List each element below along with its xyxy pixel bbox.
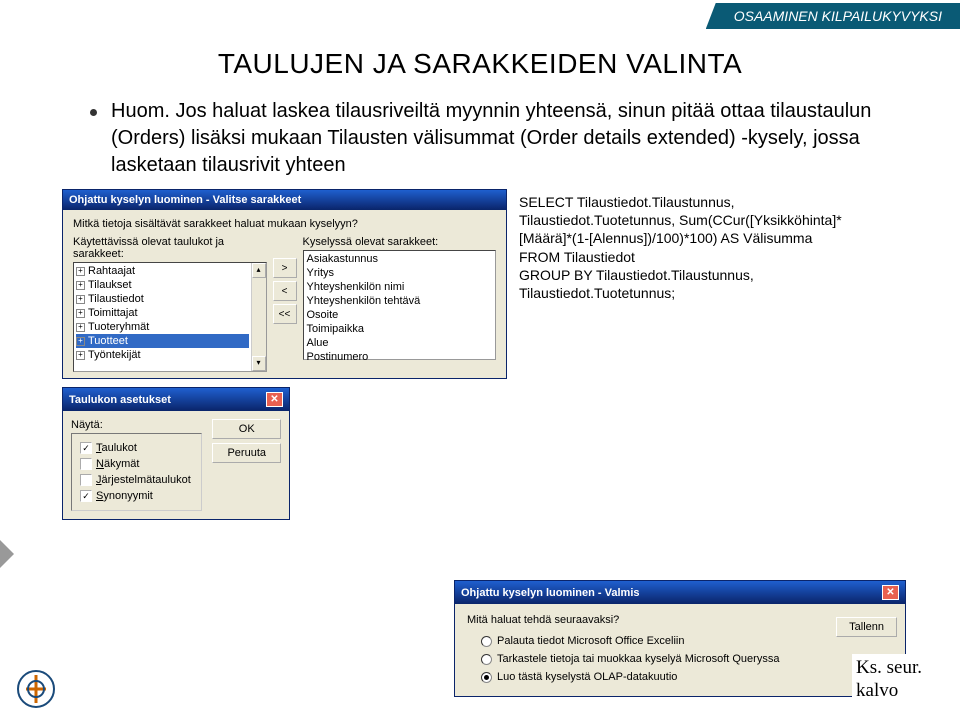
footer-line2: kalvo — [856, 679, 922, 703]
cancel-button[interactable]: Peruuta — [212, 443, 281, 463]
expand-icon[interactable]: + — [76, 351, 85, 360]
remove-button[interactable]: < — [273, 281, 297, 301]
expand-icon[interactable]: + — [76, 323, 85, 332]
close-icon[interactable]: ✕ — [882, 585, 899, 600]
table-settings-dialog: Taulukon asetukset ✕ Näytä: ✓ Taulukot Näk… — [62, 387, 290, 520]
tree-item-label: Tilaukset — [88, 279, 132, 291]
selected-list[interactable]: AsiakastunnusYritysYhteyshenkilön nimiYh… — [303, 250, 497, 360]
add-button[interactable]: > — [273, 258, 297, 278]
tree-item[interactable]: +Tilaustiedot — [76, 292, 249, 306]
dialog-title-text: Ohjattu kyselyn luominen - Valmis — [461, 587, 640, 599]
close-icon[interactable]: ✕ — [266, 392, 283, 407]
footer-note: Ks. seur. kalvo — [852, 654, 926, 706]
list-item[interactable]: Yhteyshenkilön tehtävä — [307, 294, 493, 308]
scroll-up-icon[interactable]: ▴ — [252, 263, 266, 278]
checkbox-label: Järjestelmätaulukot — [96, 474, 191, 486]
tree-item[interactable]: +Rahtaajat — [76, 264, 249, 278]
tree-item-label: Tuoteryhmät — [88, 321, 149, 333]
footer-line1: Ks. seur. — [856, 656, 922, 680]
list-item[interactable]: Postinumero — [307, 350, 493, 364]
wizard-question: Mitä haluat tehdä seuraavaksi? — [467, 614, 893, 626]
checkbox-group: ✓ Taulukot Näkymät Järjestelmätaulukot ✓ Syno… — [71, 433, 202, 511]
radio-icon[interactable] — [481, 654, 492, 665]
checkbox-icon[interactable]: ✓ — [80, 442, 92, 454]
dialog-title-text: Ohjattu kyselyn luominen - Valitse sarak… — [69, 194, 301, 206]
tree-item[interactable]: +Työntekijät — [76, 348, 249, 362]
bullet-text: Huom. Jos haluat laskea tilausriveiltä m… — [111, 98, 900, 179]
checkbox-label: Taulukot — [96, 442, 137, 454]
available-label: Käytettävissä olevat taulukot ja sarakke… — [73, 236, 267, 260]
list-item[interactable]: Yhteyshenkilön nimi — [307, 280, 493, 294]
radio-row[interactable]: Luo tästä kyselystä OLAP-datakuutio — [481, 668, 893, 686]
ok-button[interactable]: OK — [212, 419, 281, 439]
expand-icon[interactable]: + — [76, 309, 85, 318]
checkbox-icon[interactable] — [80, 474, 92, 486]
tree-item[interactable]: +Tuotteet — [76, 334, 249, 348]
checkbox-row[interactable]: ✓ Synonyymit — [80, 488, 193, 504]
wizard-finish-dialog: Ohjattu kyselyn luominen - Valmis ✕ Mitä… — [454, 580, 906, 697]
tree-item[interactable]: +Tilaukset — [76, 278, 249, 292]
show-label: Näytä: — [71, 419, 202, 431]
list-item[interactable]: Asiakastunnus — [307, 252, 493, 266]
logo-icon — [16, 669, 56, 709]
tree-item[interactable]: +Tuoteryhmät — [76, 320, 249, 334]
scrollbar[interactable]: ▴ ▾ — [251, 263, 266, 371]
dialog-titlebar[interactable]: Ohjattu kyselyn luominen - Valmis ✕ — [455, 581, 905, 604]
radio-row[interactable]: Palauta tiedot Microsoft Office Exceliin — [481, 632, 893, 650]
dialog-titlebar[interactable]: Taulukon asetukset ✕ — [63, 388, 289, 411]
list-item[interactable]: Osoite — [307, 308, 493, 322]
banner: OSAAMINEN KILPAILUKYVYKSI — [706, 3, 960, 29]
checkbox-row[interactable]: Järjestelmätaulukot — [80, 472, 193, 488]
save-button[interactable]: Tallenn — [836, 617, 897, 637]
checkbox-row[interactable]: ✓ Taulukot — [80, 440, 193, 456]
tree-item[interactable]: +Toimittajat — [76, 306, 249, 320]
tree-item-label: Tuotteet — [88, 335, 128, 347]
radio-label: Palauta tiedot Microsoft Office Exceliin — [497, 635, 685, 647]
expand-icon[interactable]: + — [76, 281, 85, 290]
wizard-columns-dialog: Ohjattu kyselyn luominen - Valitse sarak… — [62, 189, 507, 379]
tree-item-label: Rahtaajat — [88, 265, 135, 277]
list-item[interactable]: Alue — [307, 336, 493, 350]
radio-icon[interactable] — [481, 672, 492, 683]
radio-label: Tarkastele tietoja tai muokkaa kyselyä M… — [497, 653, 779, 665]
checkbox-label: Näkymät — [96, 458, 139, 470]
expand-icon[interactable]: + — [76, 295, 85, 304]
tree-item-label: Työntekijät — [88, 349, 141, 361]
list-item[interactable]: Toimipaikka — [307, 322, 493, 336]
expand-icon[interactable]: + — [76, 337, 85, 346]
bullet-item: Huom. Jos haluat laskea tilausriveiltä m… — [90, 98, 900, 179]
tree-item-label: Tilaustiedot — [88, 293, 144, 305]
checkbox-icon[interactable] — [80, 458, 92, 470]
available-tree[interactable]: +Rahtaajat+Tilaukset+Tilaustiedot+Toimit… — [73, 262, 267, 372]
wizard-description: Mitkä tietoja sisältävät sarakkeet halua… — [73, 218, 496, 230]
side-triangle-icon — [0, 540, 14, 568]
checkbox-row[interactable]: Näkymät — [80, 456, 193, 472]
dialog-titlebar[interactable]: Ohjattu kyselyn luominen - Valitse sarak… — [63, 190, 506, 210]
tree-item-label: Toimittajat — [88, 307, 138, 319]
scroll-down-icon[interactable]: ▾ — [252, 356, 266, 371]
checkbox-label: Synonyymit — [96, 490, 153, 502]
sql-snippet: SELECT Tilaustiedot.Tilaustunnus, Tilaus… — [519, 189, 879, 520]
bullet-list: Huom. Jos haluat laskea tilausriveiltä m… — [0, 80, 960, 179]
bullet-dot-icon — [90, 109, 97, 116]
checkbox-icon[interactable]: ✓ — [80, 490, 92, 502]
list-item[interactable]: Yritys — [307, 266, 493, 280]
expand-icon[interactable]: + — [76, 267, 85, 276]
radio-icon[interactable] — [481, 636, 492, 647]
remove-all-button[interactable]: << — [273, 304, 297, 324]
radio-row[interactable]: Tarkastele tietoja tai muokkaa kyselyä M… — [481, 650, 893, 668]
selected-label: Kyselyssä olevat sarakkeet: — [303, 236, 497, 248]
dialog-title-text: Taulukon asetukset — [69, 394, 171, 406]
radio-label: Luo tästä kyselystä OLAP-datakuutio — [497, 671, 677, 683]
